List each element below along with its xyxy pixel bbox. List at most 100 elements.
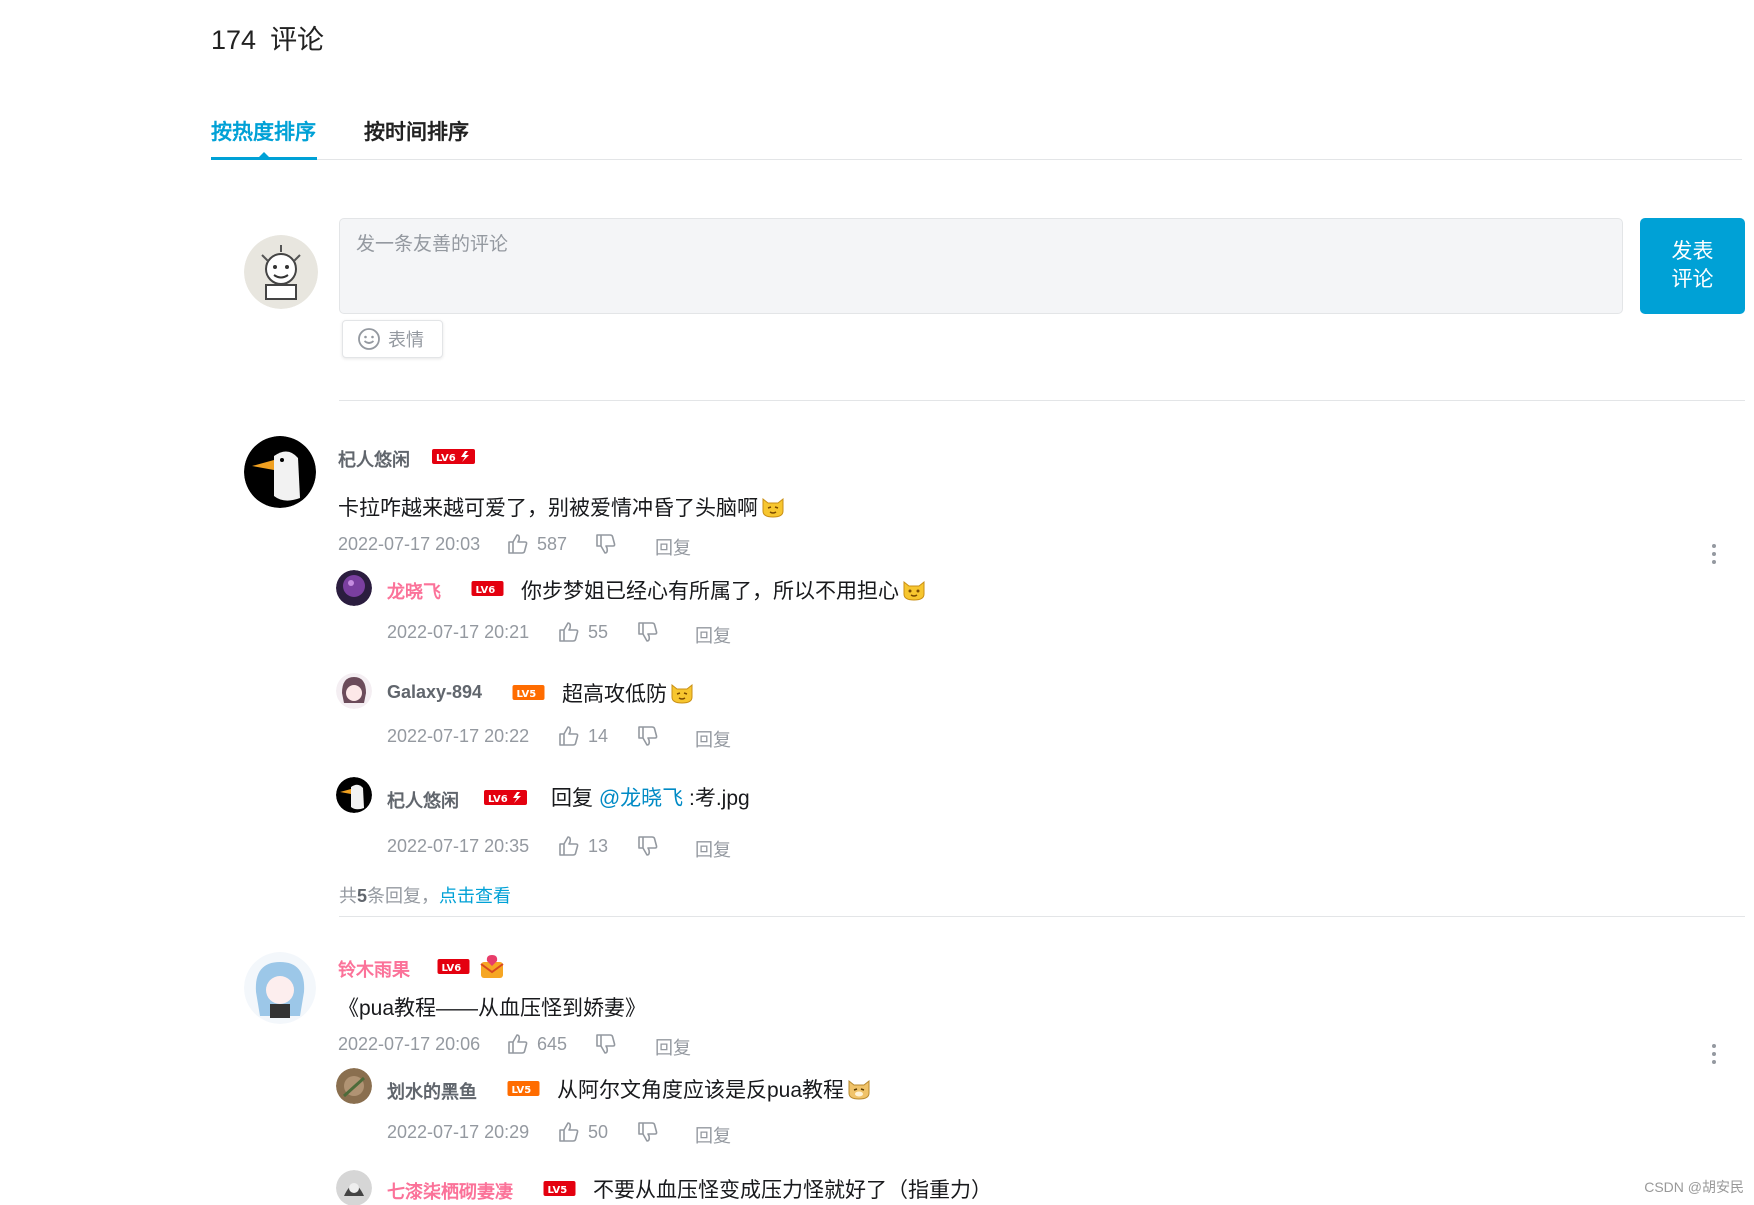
dislike-button[interactable] <box>636 724 660 748</box>
like-button[interactable]: 587 <box>506 532 567 556</box>
dislike-button[interactable] <box>594 532 618 556</box>
username[interactable]: 铃木雨果 <box>338 956 410 982</box>
svg-text:LV6: LV6 <box>442 963 462 974</box>
reply-time: 2022-07-17 20:29 <box>387 1122 530 1142</box>
reply-time: 2022-07-17 20:21 <box>387 622 530 642</box>
avatar[interactable] <box>336 777 372 813</box>
svg-text:LV5: LV5 <box>517 689 537 700</box>
active-tab-underline <box>211 157 317 160</box>
avatar[interactable] <box>336 570 372 606</box>
level-badge-icon: LV6 <box>432 959 475 974</box>
fan-medal-icon <box>478 952 506 980</box>
thumbs-up-icon <box>559 622 579 642</box>
cat-emoji-icon <box>760 493 786 519</box>
username[interactable]: 划水的黑鱼 <box>387 1078 477 1104</box>
like-count: 13 <box>588 835 609 856</box>
reply-text: 从阿尔文角度应该是反pua教程 <box>557 1074 872 1104</box>
thumbs-down-icon <box>638 836 658 856</box>
svg-text:LV6: LV6 <box>436 453 456 464</box>
reply-button[interactable]: 回复 <box>695 622 731 648</box>
send-button-line2: 评论 <box>1671 268 1714 291</box>
avatar[interactable] <box>244 952 316 1024</box>
avatar[interactable] <box>336 1170 372 1205</box>
like-button[interactable]: 55 <box>557 620 608 644</box>
sort-tabs: 按热度排序 按时间排序 <box>211 116 1742 160</box>
emoji-picker-button[interactable]: 表情 <box>342 320 443 358</box>
thumbs-down-icon <box>596 1034 616 1054</box>
doge-emoji-icon <box>846 1075 872 1101</box>
summary-count: 5 <box>357 886 368 906</box>
send-comment-button[interactable]: 发表 评论 <box>1640 218 1745 314</box>
thumbs-up-icon <box>508 534 528 554</box>
reply-button[interactable]: 回复 <box>655 1034 691 1060</box>
cat-emoji-icon <box>901 576 927 602</box>
dislike-button[interactable] <box>594 1032 618 1056</box>
smile-icon <box>358 328 380 350</box>
reply-content: 从阿尔文角度应该是反pua教程 <box>557 1079 845 1102</box>
thumbs-down-icon <box>596 534 616 554</box>
thumbs-down-icon <box>638 622 658 642</box>
reply-prefix: 回复 <box>551 787 599 810</box>
thumbs-up-icon <box>559 726 579 746</box>
tab-sort-time[interactable]: 按时间排序 <box>364 116 469 146</box>
reply-content: 超高攻低防 <box>562 683 667 706</box>
svg-text:LV5: LV5 <box>512 1085 532 1096</box>
avatar[interactable] <box>336 673 372 709</box>
thumbs-up-icon <box>559 836 579 856</box>
thumbs-down-icon <box>638 1122 658 1142</box>
dislike-button[interactable] <box>636 834 660 858</box>
mention-link[interactable]: @龙晓飞 <box>599 787 683 810</box>
reply-time: 2022-07-17 20:35 <box>387 836 530 856</box>
comment-input[interactable] <box>340 219 1622 313</box>
reply-button[interactable]: 回复 <box>695 1122 731 1148</box>
summary-suffix: 条回复， <box>367 886 440 906</box>
reply-button[interactable]: 回复 <box>695 726 731 752</box>
comment-input-box <box>339 218 1623 314</box>
avatar[interactable] <box>336 1068 372 1104</box>
like-button[interactable]: 50 <box>557 1120 608 1144</box>
level-badge-icon: LV6 <box>484 790 527 805</box>
emoji-label: 表情 <box>388 330 424 350</box>
like-button[interactable]: 645 <box>506 1032 567 1056</box>
like-button[interactable]: 13 <box>557 834 608 858</box>
tab-sort-hot[interactable]: 按热度排序 <box>211 116 316 146</box>
reply-suffix: :考.jpg <box>683 787 750 810</box>
comment-time: 2022-07-17 20:06 <box>338 1034 481 1054</box>
view-replies-link[interactable]: 点击查看 <box>439 886 511 906</box>
level-badge-icon: LV5 <box>507 685 550 700</box>
summary-prefix: 共 <box>339 886 357 906</box>
reply-button[interactable]: 回复 <box>655 534 691 560</box>
reply-time: 2022-07-17 20:22 <box>387 726 530 746</box>
comment-count-title: 174 评论 <box>211 18 324 57</box>
more-options-icon[interactable] <box>1709 544 1719 568</box>
comment-content: 卡拉咋越来越可爱了，别被爱情冲昏了头脑啊 <box>338 497 758 520</box>
comment-text: 卡拉咋越来越可爱了，别被爱情冲昏了头脑啊 <box>338 492 786 522</box>
svg-text:LV6: LV6 <box>488 794 508 805</box>
username[interactable]: 杞人悠闲 <box>338 446 410 472</box>
cat-emoji-icon <box>669 679 695 705</box>
like-button[interactable]: 14 <box>557 724 608 748</box>
like-count: 587 <box>537 533 568 554</box>
level-badge-icon: LV6 <box>432 449 475 464</box>
username[interactable]: Galaxy-894 <box>387 682 482 703</box>
reply-text: 不要从血压怪变成压力怪就好了（指重力） <box>593 1174 992 1204</box>
like-count: 55 <box>588 621 609 642</box>
like-count: 14 <box>588 725 609 746</box>
reply-text: 你步梦姐已经心有所属了，所以不用担心 <box>521 575 927 605</box>
avatar[interactable] <box>244 436 316 508</box>
watermark: CSDN @胡安民 <box>1644 1179 1744 1195</box>
thumbs-up-icon <box>559 1122 579 1142</box>
current-user-avatar[interactable] <box>244 235 318 309</box>
divider <box>339 916 1745 917</box>
username[interactable]: 杞人悠闲 <box>387 787 459 813</box>
thumbs-down-icon <box>638 726 658 746</box>
dislike-button[interactable] <box>636 620 660 644</box>
username[interactable]: 龙晓飞 <box>387 578 441 604</box>
reply-button[interactable]: 回复 <box>695 836 731 862</box>
reply-content: 不要从血压怪变成压力怪就好了（指重力） <box>593 1179 992 1202</box>
comment-content: 《pua教程——从血压怪到娇妻》 <box>338 997 647 1020</box>
divider <box>339 400 1745 401</box>
more-options-icon[interactable] <box>1709 1044 1719 1068</box>
username[interactable]: 七漆柒栖砌妻凄 <box>387 1178 513 1204</box>
dislike-button[interactable] <box>636 1120 660 1144</box>
